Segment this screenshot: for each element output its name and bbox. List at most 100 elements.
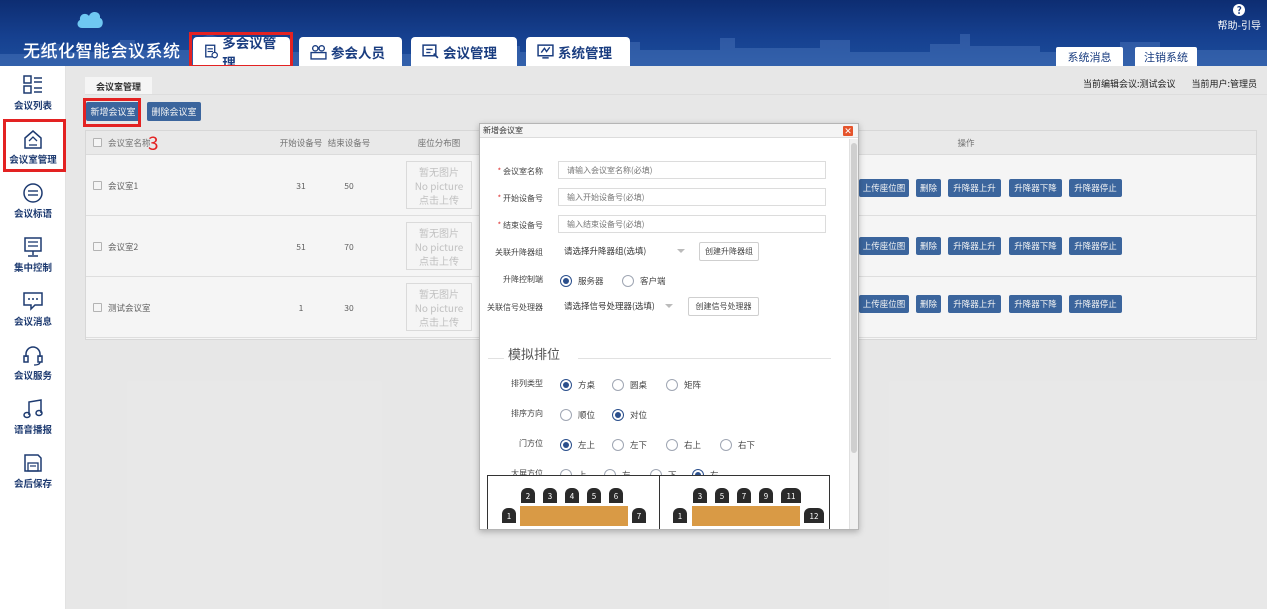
no-picture-upload[interactable]: 暂无图片 No picture 点击上传 bbox=[406, 161, 472, 209]
app-title: 无纸化智能会议系统 bbox=[23, 37, 181, 62]
radio-door-top-right[interactable]: 右上 bbox=[666, 439, 701, 451]
row-checkbox[interactable] bbox=[93, 242, 102, 251]
door-position-label: 门方位 bbox=[519, 438, 543, 449]
signal-processor-label: 关联信号处理器 bbox=[487, 302, 543, 313]
list-icon bbox=[23, 75, 42, 94]
close-icon[interactable]: ✕ bbox=[843, 126, 853, 136]
radio-server[interactable]: 服务器 bbox=[560, 275, 604, 287]
column-header-room-name: 会议室名称 bbox=[108, 137, 151, 149]
upload-seat-map-button[interactable]: 上传座位图 bbox=[859, 295, 909, 313]
tab-system-management[interactable]: 系统管理 bbox=[526, 37, 630, 66]
create-signal-processor-button[interactable]: 创建信号处理器 bbox=[688, 297, 759, 316]
select-all-checkbox[interactable] bbox=[93, 138, 102, 147]
add-meeting-room-dialog: 新增会议室 ✕ * 会议室名称 请输入会议室名称(必填) * 开始设备号 输入开… bbox=[479, 123, 859, 530]
tab-label: 会议管理 bbox=[443, 41, 497, 62]
tab-label: 系统管理 bbox=[558, 41, 612, 62]
people-group-icon bbox=[310, 44, 327, 60]
upload-seat-map-button[interactable]: 上传座位图 bbox=[859, 237, 909, 255]
annotation-box-2 bbox=[3, 119, 66, 172]
row-checkbox[interactable] bbox=[93, 303, 102, 312]
conference-table bbox=[692, 506, 800, 526]
chevron-down-icon bbox=[665, 304, 673, 308]
sidebar-item-meeting-service[interactable]: 会议服务 bbox=[0, 340, 66, 394]
column-header-actions: 操作 bbox=[957, 137, 975, 149]
delete-room-button[interactable]: 删除 bbox=[916, 179, 941, 197]
start-device-label: * 开始设备号 bbox=[497, 193, 543, 204]
tab-meeting-room-management[interactable]: 会议室管理 bbox=[85, 77, 152, 95]
delete-room-button[interactable]: 删除 bbox=[916, 295, 941, 313]
placeholder-line: No picture bbox=[414, 178, 464, 193]
seat: 3 bbox=[543, 488, 557, 503]
tab-meeting-management[interactable]: 会议管理 bbox=[411, 37, 517, 66]
annotation-number-3: 3 bbox=[148, 129, 159, 156]
no-picture-upload[interactable]: 暂无图片 No picture 点击上传 bbox=[406, 222, 472, 270]
preview-divider bbox=[659, 476, 660, 529]
lift-stop-button[interactable]: 升降器停止 bbox=[1069, 179, 1122, 197]
room-name-cell: 会议室2 bbox=[108, 241, 139, 253]
dialog-header: 新增会议室 ✕ bbox=[480, 124, 858, 138]
lift-stop-button[interactable]: 升降器停止 bbox=[1069, 237, 1122, 255]
annotation-box-1 bbox=[189, 32, 293, 68]
start-device-input[interactable]: 输入开始设备号(必填) bbox=[558, 188, 826, 206]
logout-button[interactable]: 注销系统 bbox=[1135, 47, 1197, 66]
lift-up-button[interactable]: 升降器上升 bbox=[948, 295, 1001, 313]
section-divider bbox=[578, 358, 831, 359]
end-device-input[interactable]: 输入结束设备号(必填) bbox=[558, 215, 826, 233]
help-guide-button[interactable]: ? 帮助-引导 bbox=[1218, 4, 1261, 33]
lift-down-button[interactable]: 升降器下降 bbox=[1009, 237, 1062, 255]
row-checkbox[interactable] bbox=[93, 181, 102, 190]
sidebar-item-central-control[interactable]: 集中控制 bbox=[0, 232, 66, 286]
music-note-icon bbox=[23, 399, 43, 419]
sidebar-item-post-meeting-save[interactable]: 会后保存 bbox=[0, 448, 66, 502]
headset-icon bbox=[23, 346, 43, 366]
lift-down-button[interactable]: 升降器下降 bbox=[1009, 295, 1062, 313]
radio-matrix[interactable]: 矩阵 bbox=[666, 379, 701, 391]
delete-meeting-room-button[interactable]: 删除会议室 bbox=[147, 102, 201, 121]
lift-group-select[interactable]: 请选择升降器组(选填) bbox=[558, 242, 691, 260]
seat: 4 bbox=[565, 488, 579, 503]
start-device-cell: 1 bbox=[298, 302, 304, 314]
sidebar-item-label: 会后保存 bbox=[13, 476, 52, 490]
sidebar-item-meeting-list[interactable]: 会议列表 bbox=[0, 70, 66, 124]
system-message-button[interactable]: 系统消息 bbox=[1056, 47, 1123, 66]
placeholder-line: No picture bbox=[414, 239, 464, 254]
question-mark-icon: ? bbox=[1233, 4, 1246, 16]
signal-processor-select[interactable]: 请选择信号处理器(选填) bbox=[558, 297, 679, 315]
sidebar-item-label: 语音播报 bbox=[13, 422, 52, 436]
scrollbar-thumb[interactable] bbox=[851, 143, 857, 453]
radio-round-table[interactable]: 圆桌 bbox=[612, 379, 647, 391]
sidebar-item-meeting-slogan[interactable]: 会议标语 bbox=[0, 178, 66, 232]
sidebar-item-label: 会议标语 bbox=[13, 206, 52, 220]
sidebar-item-meeting-message[interactable]: 会议消息 bbox=[0, 286, 66, 340]
radio-client[interactable]: 客户端 bbox=[622, 275, 666, 287]
sidebar-item-voice-broadcast[interactable]: 语音播报 bbox=[0, 394, 66, 448]
seat: 7 bbox=[632, 508, 646, 523]
radio-door-bottom-left[interactable]: 左下 bbox=[612, 439, 647, 451]
radio-circle bbox=[560, 379, 572, 391]
lift-down-button[interactable]: 升降器下降 bbox=[1009, 179, 1062, 197]
radio-circle bbox=[612, 439, 624, 451]
tab-participants[interactable]: 参会人员 bbox=[299, 37, 402, 66]
radio-opposite[interactable]: 对位 bbox=[612, 409, 647, 421]
upload-seat-map-button[interactable]: 上传座位图 bbox=[859, 179, 909, 197]
radio-square-table[interactable]: 方桌 bbox=[560, 379, 595, 391]
create-lift-group-button[interactable]: 创建升降器组 bbox=[699, 242, 759, 261]
lift-stop-button[interactable]: 升降器停止 bbox=[1069, 295, 1122, 313]
placeholder-line: No picture bbox=[414, 300, 464, 315]
seat: 11 bbox=[781, 488, 801, 503]
radio-door-top-left[interactable]: 左上 bbox=[560, 439, 595, 451]
lift-up-button[interactable]: 升降器上升 bbox=[948, 237, 1001, 255]
radio-sequential[interactable]: 顺位 bbox=[560, 409, 595, 421]
start-device-cell: 31 bbox=[296, 180, 306, 192]
dialog-scrollbar[interactable] bbox=[849, 139, 858, 529]
delete-room-button[interactable]: 删除 bbox=[916, 237, 941, 255]
meeting-screen-icon bbox=[422, 44, 439, 59]
lift-up-button[interactable]: 升降器上升 bbox=[948, 179, 1001, 197]
room-name-input[interactable]: 请输入会议室名称(必填) bbox=[558, 161, 826, 179]
simulated-seating-title: 模拟排位 bbox=[508, 344, 561, 363]
seat: 12 bbox=[804, 508, 824, 523]
tab-divider bbox=[85, 94, 1267, 95]
no-picture-upload[interactable]: 暂无图片 No picture 点击上传 bbox=[406, 283, 472, 331]
radio-door-bottom-right[interactable]: 右下 bbox=[720, 439, 755, 451]
order-direction-label: 排序方向 bbox=[511, 408, 543, 419]
